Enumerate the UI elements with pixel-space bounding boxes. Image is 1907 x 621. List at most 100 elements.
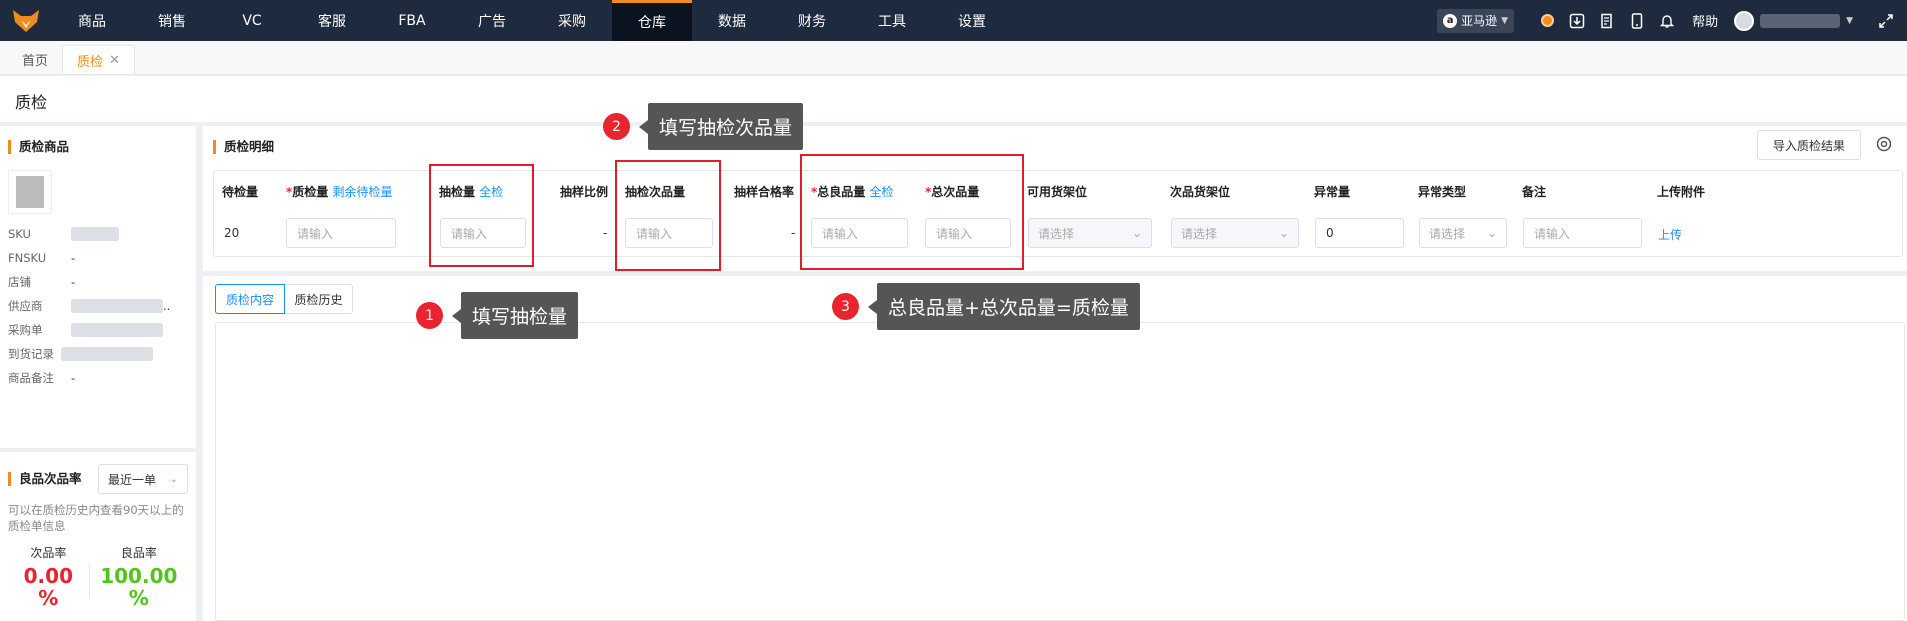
good-label: 良品率 (120, 546, 157, 560)
col-abnormal-type: 异常类型 (1418, 185, 1467, 199)
rate-panel: 良品次品率 最近一单 ⌄ 可以在质检历史内查看90天以上的质检单信息 次品率 0… (0, 452, 196, 621)
avail-shelf-select[interactable]: 请选择 ⌄ (1028, 218, 1152, 248)
rate-note: 可以在质检历史内查看90天以上的质检单信息 (8, 503, 184, 533)
nav-item[interactable]: 数据 (692, 0, 772, 41)
username-redacted (1760, 13, 1841, 28)
nav-item[interactable]: FBA (372, 0, 452, 41)
info-row: SKU (8, 222, 196, 246)
notice-icon[interactable] (1532, 14, 1562, 27)
info-value: .. (163, 299, 171, 313)
import-results-button[interactable]: 导入质检结果 (1757, 130, 1861, 160)
info-label: 店铺 (8, 275, 31, 289)
col-defect-shelf: 次品货架位 (1170, 185, 1231, 199)
info-row: 供应商.. (8, 294, 196, 318)
qc-qty-input[interactable]: 请输入 (286, 218, 396, 248)
info-label: 供应商 (8, 299, 43, 313)
percent-sign: % (128, 586, 149, 610)
close-icon[interactable]: ✕ (109, 53, 120, 68)
nav-item[interactable]: 广告 (452, 0, 532, 41)
pending-value: 20 (224, 226, 240, 240)
nav-item[interactable]: 工具 (852, 0, 932, 41)
callout-text: 填写抽检量 (461, 292, 579, 339)
info-row: 到货记录 (8, 342, 196, 366)
callout-text: 填写抽检次品量 (648, 103, 804, 150)
pass-rate-value: - (791, 226, 796, 240)
fox-logo-icon (13, 9, 39, 32)
nav-item[interactable]: 销售 (132, 0, 212, 41)
upload-link[interactable]: 上传 (1658, 226, 1682, 243)
col-avail-shelf: 可用货架位 (1027, 185, 1088, 199)
callout-3: 3 总良品量+总次品量=质检量 (832, 283, 1140, 330)
info-label: 商品备注 (8, 371, 54, 385)
task-list-icon[interactable] (1592, 13, 1622, 29)
tab-qc-history[interactable]: 质检历史 (285, 284, 353, 314)
period-select[interactable]: 最近一单 ⌄ (98, 464, 188, 494)
detail-title: 质检明细 (213, 140, 274, 154)
defect-shelf-select[interactable]: 请选择 ⌄ (1171, 218, 1299, 248)
abnormal-qty-input[interactable]: 0 (1315, 218, 1404, 248)
tab-home-label: 首页 (22, 54, 49, 69)
redacted-value (71, 323, 163, 337)
percent-sign: % (38, 586, 59, 610)
sample-ratio-value: - (603, 226, 608, 240)
callout-arrow (868, 299, 877, 314)
nav-item[interactable]: 采购 (532, 0, 612, 41)
defect-shelf-placeholder: 请选择 (1181, 226, 1218, 241)
chevron-down-icon: ⌄ (169, 473, 178, 485)
nav-item[interactable]: 仓库 (612, 0, 692, 41)
redacted-value (61, 347, 153, 361)
remark-input[interactable]: 请输入 (1523, 218, 1642, 248)
remaining-link[interactable]: 剩余待检量 (332, 185, 392, 199)
abnormal-type-select[interactable]: 请选择 ⌄ (1419, 218, 1507, 248)
logo[interactable] (0, 0, 52, 41)
rate-title: 良品次品率 (8, 472, 82, 486)
avail-shelf-placeholder: 请选择 (1038, 226, 1075, 241)
store-label: 亚马逊 (1461, 14, 1498, 28)
amazon-icon: a (1443, 13, 1458, 28)
nav-item[interactable]: 商品 (52, 0, 132, 41)
redacted-value (71, 227, 119, 241)
col-qc-qty: *质检量 剩余待检量 (286, 185, 393, 199)
chevron-down-icon: ⌄ (1131, 226, 1142, 240)
caret-down-icon: ▼ (1501, 15, 1509, 26)
tab-qc-content-label: 质检内容 (225, 292, 274, 307)
product-panel: 质检商品 SKU FNSKU - 店铺 - 供应商.. 采购单 到货记录 商品备注 - (0, 126, 196, 448)
fullscreen-icon[interactable] (1871, 13, 1901, 29)
col-abnormal-qty: 异常量 (1314, 185, 1351, 199)
mobile-icon[interactable] (1622, 12, 1652, 29)
info-label: SKU (8, 227, 31, 241)
callout-1: 1 填写抽检量 (416, 292, 579, 339)
nav-item[interactable]: 设置 (932, 0, 1012, 41)
settings-gear-icon[interactable] (1875, 135, 1893, 156)
tab-home[interactable]: 首页 (8, 45, 62, 74)
info-value: - (71, 371, 76, 385)
page-title: 质检 (15, 93, 48, 112)
defect-value: 0.00 (23, 564, 73, 588)
user-menu[interactable]: ▼ (1734, 10, 1853, 31)
download-icon[interactable] (1562, 13, 1592, 29)
highlight-sample-qty (429, 164, 534, 267)
info-row: FNSKU - (8, 246, 196, 270)
good-rate: 良品率 100.00 % (90, 544, 188, 609)
page-tabs: 首页 质检 ✕ (0, 41, 1907, 75)
chevron-down-icon: ⌄ (1486, 226, 1497, 240)
help-link[interactable]: 帮助 (1692, 11, 1718, 30)
callout-number: 1 (416, 302, 443, 329)
nav-item[interactable]: 财务 (772, 0, 852, 41)
nav-item[interactable]: VC (212, 0, 292, 41)
callout-number: 2 (603, 113, 630, 140)
caret-down-icon: ▼ (1846, 15, 1853, 26)
redacted-value (71, 299, 163, 313)
info-value: - (71, 251, 76, 265)
nav-item[interactable]: 客服 (292, 0, 372, 41)
info-label: 采购单 (8, 323, 43, 337)
store-select[interactable]: a 亚马逊 ▼ (1437, 8, 1515, 33)
tab-qc[interactable]: 质检 ✕ (62, 45, 135, 74)
top-nav: 商品 销售 VC 客服 FBA 广告 采购 仓库 数据 财务 工具 设置 a 亚马逊 ▼ 帮助 ▼ (0, 0, 1907, 41)
defect-label: 次品率 (30, 546, 67, 560)
info-label: FNSKU (8, 251, 47, 265)
avatar (1734, 10, 1755, 31)
bell-icon[interactable] (1652, 13, 1682, 29)
tab-qc-content[interactable]: 质检内容 (215, 284, 285, 314)
col-pass-rate: 抽样合格率 (734, 185, 795, 199)
